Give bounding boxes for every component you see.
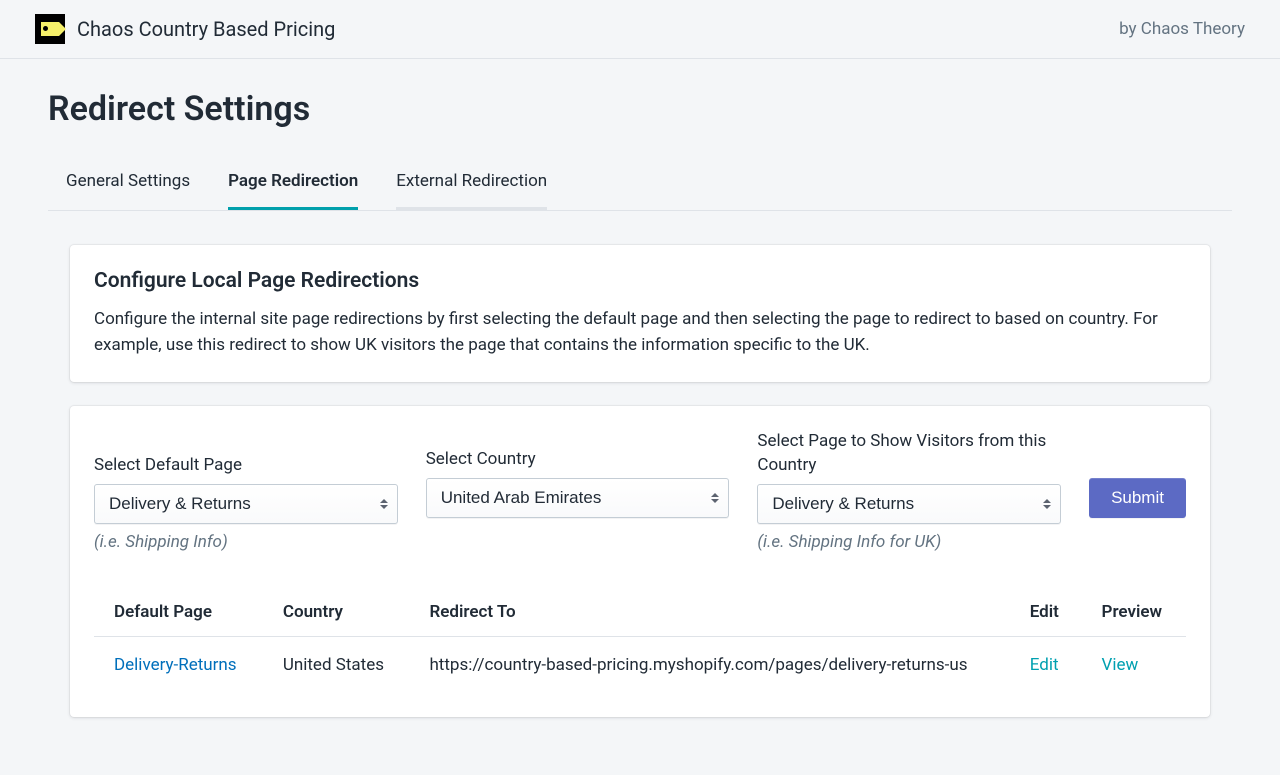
field-submit: Submit bbox=[1089, 478, 1186, 518]
table-row: Delivery-Returns United States https://c… bbox=[94, 636, 1186, 693]
row-redirect-to: https://country-based-pricing.myshopify.… bbox=[409, 636, 1009, 693]
intro-card: Configure Local Page Redirections Config… bbox=[70, 245, 1210, 382]
col-country: Country bbox=[263, 588, 410, 637]
default-page-label: Select Default Page bbox=[94, 454, 398, 478]
default-page-hint: (i.e. Shipping Info) bbox=[94, 532, 398, 552]
col-edit: Edit bbox=[1010, 588, 1082, 637]
country-label: Select Country bbox=[426, 448, 730, 472]
intro-title: Configure Local Page Redirections bbox=[94, 269, 1186, 293]
col-redirect-to: Redirect To bbox=[409, 588, 1009, 637]
target-page-select[interactable]: Delivery & Returns bbox=[757, 484, 1061, 524]
redirections-table-wrapper: Default Page Country Redirect To Edit Pr… bbox=[94, 588, 1186, 693]
col-default-page: Default Page bbox=[94, 588, 263, 637]
header-left: Chaos Country Based Pricing bbox=[35, 14, 335, 44]
app-header: Chaos Country Based Pricing by Chaos The… bbox=[0, 0, 1280, 59]
row-country: United States bbox=[263, 636, 410, 693]
form-card: Select Default Page Delivery & Returns (… bbox=[70, 406, 1210, 717]
byline: by Chaos Theory bbox=[1119, 19, 1245, 39]
country-select[interactable]: United Arab Emirates bbox=[426, 478, 730, 518]
table-header-row: Default Page Country Redirect To Edit Pr… bbox=[94, 588, 1186, 637]
page-title: Redirect Settings bbox=[48, 89, 1232, 129]
tabs: General Settings Page Redirection Extern… bbox=[48, 157, 1232, 211]
target-page-hint: (i.e. Shipping Info for UK) bbox=[757, 532, 1061, 552]
default-page-select-wrapper: Delivery & Returns bbox=[94, 484, 398, 524]
redirections-table: Default Page Country Redirect To Edit Pr… bbox=[94, 588, 1186, 693]
main-content: Redirect Settings General Settings Page … bbox=[0, 59, 1280, 775]
app-logo bbox=[35, 14, 65, 44]
row-preview-link[interactable]: View bbox=[1102, 655, 1139, 675]
row-edit-link[interactable]: Edit bbox=[1030, 655, 1059, 675]
row-default-page-link[interactable]: Delivery-Returns bbox=[114, 655, 237, 675]
intro-description: Configure the internal site page redirec… bbox=[94, 307, 1186, 358]
tab-general-settings[interactable]: General Settings bbox=[66, 157, 190, 210]
target-page-select-wrapper: Delivery & Returns bbox=[757, 484, 1061, 524]
field-country: Select Country United Arab Emirates bbox=[426, 448, 730, 518]
tab-page-redirection[interactable]: Page Redirection bbox=[228, 157, 358, 210]
field-target-page: Select Page to Show Visitors from this C… bbox=[757, 430, 1061, 552]
submit-button[interactable]: Submit bbox=[1089, 478, 1186, 518]
form-row: Select Default Page Delivery & Returns (… bbox=[94, 430, 1186, 552]
country-select-wrapper: United Arab Emirates bbox=[426, 478, 730, 518]
default-page-select[interactable]: Delivery & Returns bbox=[94, 484, 398, 524]
tab-content: Configure Local Page Redirections Config… bbox=[48, 211, 1232, 775]
app-title: Chaos Country Based Pricing bbox=[77, 17, 335, 41]
tab-external-redirection[interactable]: External Redirection bbox=[396, 157, 547, 210]
field-default-page: Select Default Page Delivery & Returns (… bbox=[94, 454, 398, 552]
target-page-label: Select Page to Show Visitors from this C… bbox=[757, 430, 1061, 478]
col-preview: Preview bbox=[1082, 588, 1186, 637]
